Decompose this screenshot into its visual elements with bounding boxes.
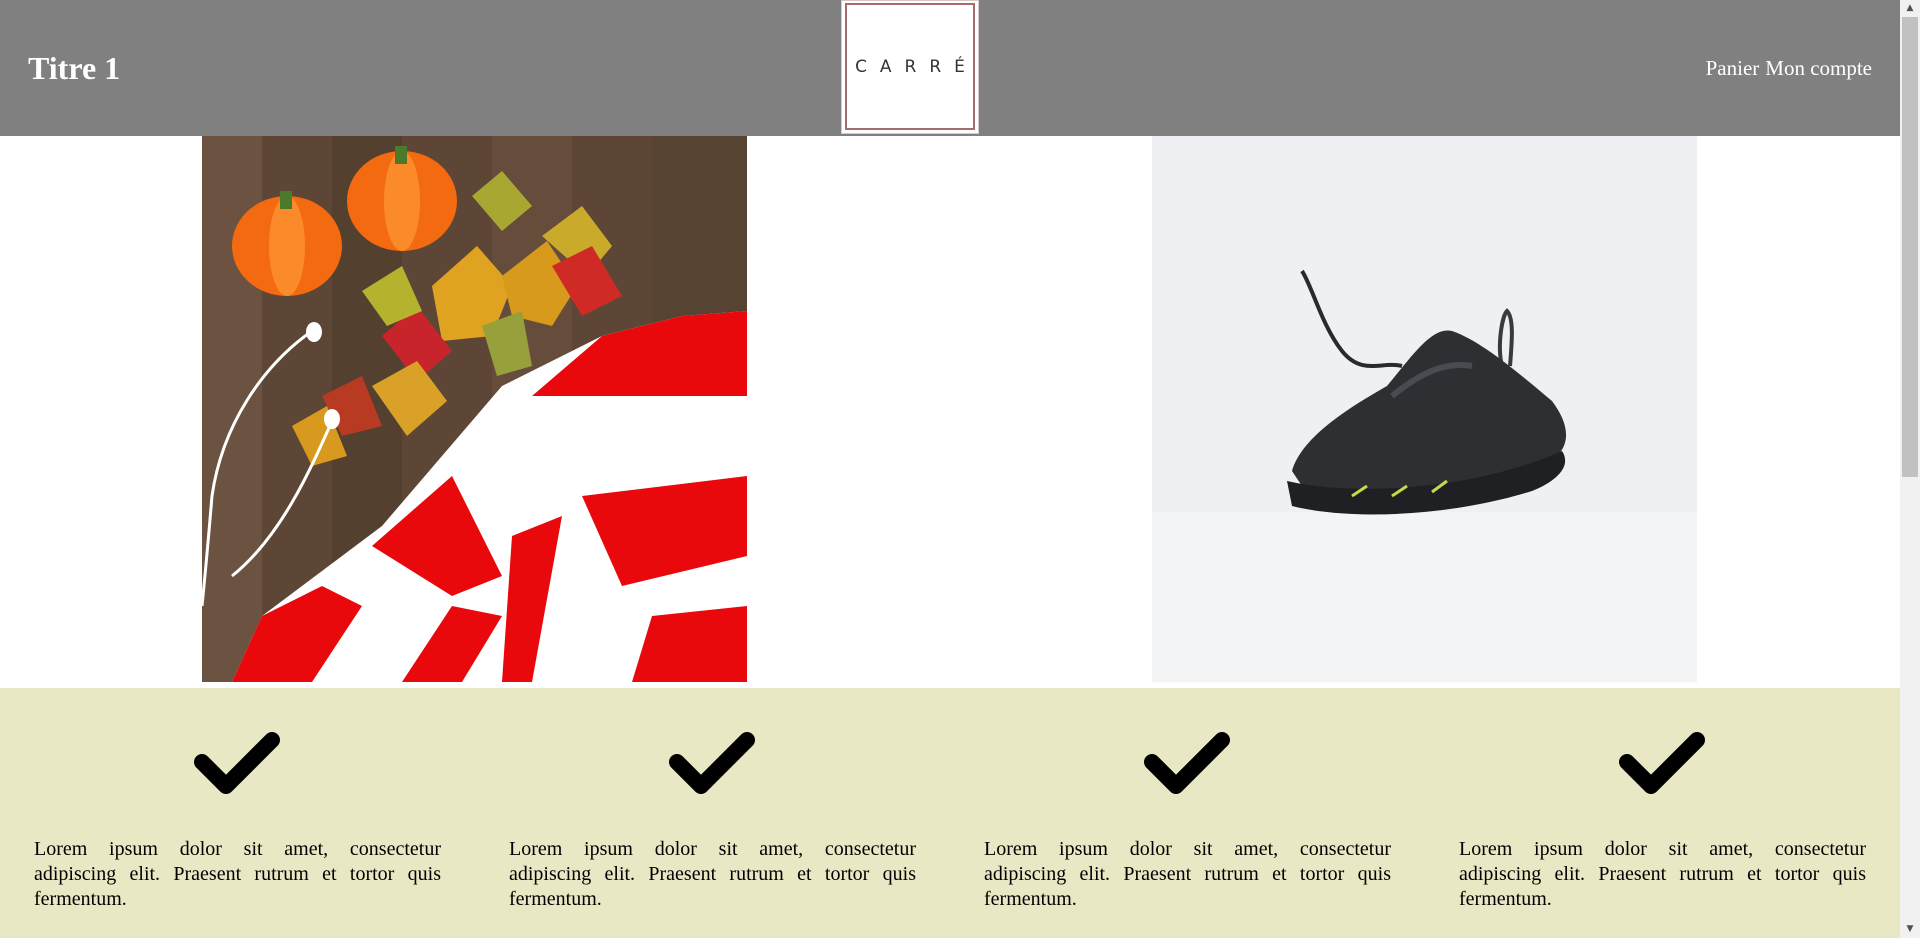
features-band: Lorem ipsum dolor sit amet, consectetur … <box>0 688 1900 938</box>
autumn-sweater-photo <box>202 136 747 682</box>
feature-text: Lorem ipsum dolor sit amet, consectetur … <box>1459 838 1866 910</box>
header-nav: Panier Mon compte <box>1706 54 1872 82</box>
feature-text: Lorem ipsum dolor sit amet, consectetur … <box>509 838 916 910</box>
scrollbar-thumb[interactable] <box>1902 17 1918 477</box>
logo-text: CARRÉ <box>855 56 978 77</box>
logo-frame: CARRÉ <box>845 3 975 130</box>
nav-link-account[interactable]: Mon compte <box>1765 54 1872 82</box>
check-icon <box>1144 732 1230 794</box>
page: Titre 1 CARRÉ Panier Mon compte Lorem ip… <box>0 0 1900 938</box>
black-sneaker-photo <box>1152 136 1697 682</box>
check-icon <box>669 732 755 794</box>
logo[interactable]: CARRÉ <box>841 0 979 134</box>
hero-images <box>0 136 1900 682</box>
scroll-up-icon[interactable]: ▲ <box>1900 0 1920 17</box>
scroll-down-icon[interactable]: ▼ <box>1900 921 1920 938</box>
check-icon <box>1619 732 1705 794</box>
vertical-scrollbar[interactable]: ▲ ▼ <box>1900 0 1920 938</box>
nav-link-cart[interactable]: Panier <box>1706 54 1760 82</box>
feature-text: Lorem ipsum dolor sit amet, consectetur … <box>34 838 441 910</box>
site-header: Titre 1 CARRÉ Panier Mon compte <box>0 0 1900 136</box>
check-icon <box>194 732 280 794</box>
feature-text: Lorem ipsum dolor sit amet, consectetur … <box>984 838 1391 910</box>
site-title: Titre 1 <box>28 50 121 86</box>
